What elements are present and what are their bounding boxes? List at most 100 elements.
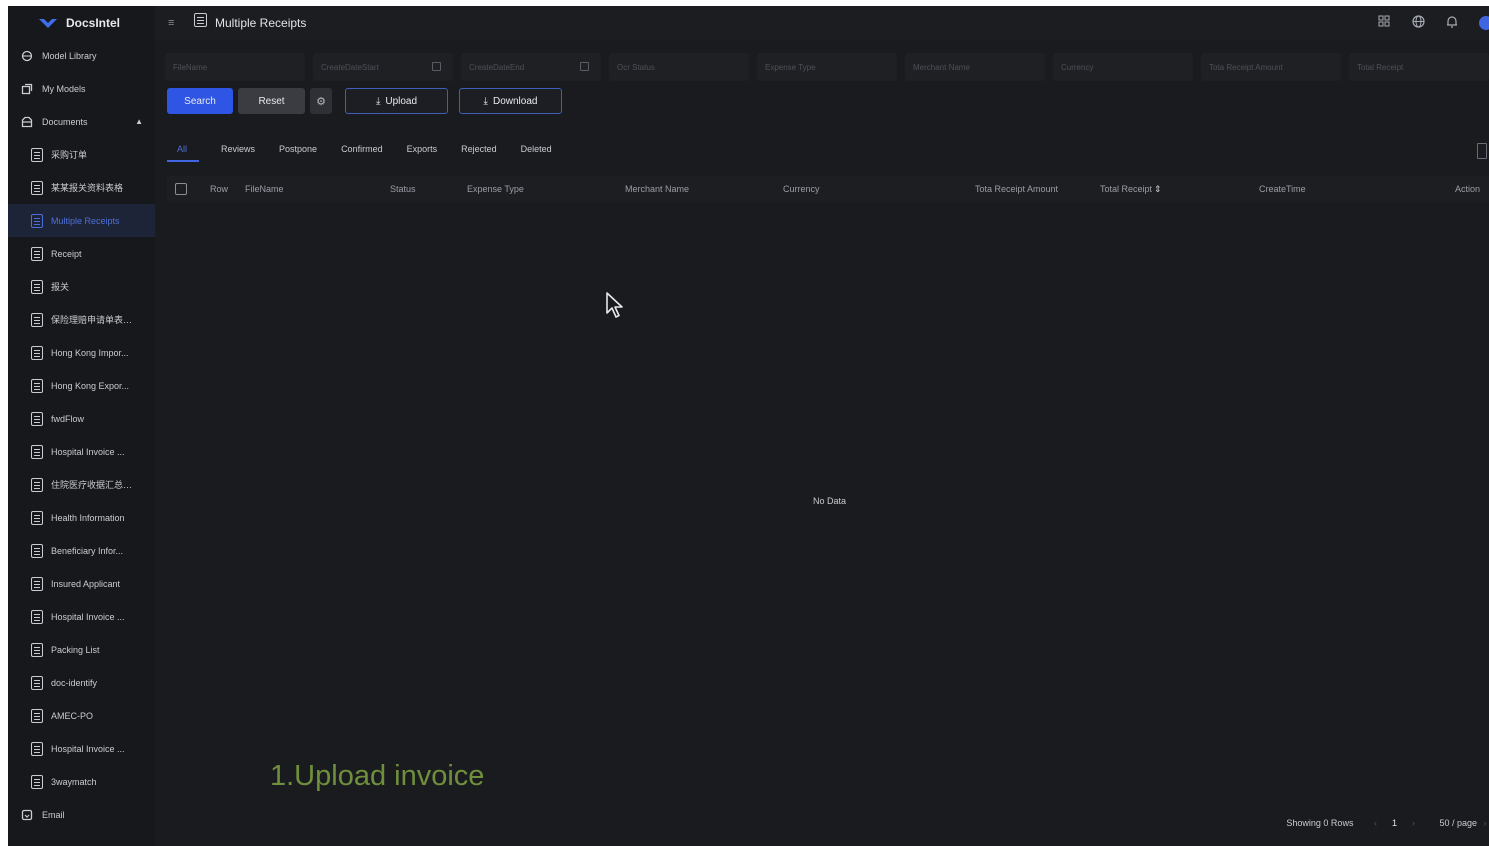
filter-bar: FileName CreateDateStart CreateDateEnd O… (155, 53, 1489, 83)
calendar-icon (432, 62, 441, 71)
upload-button[interactable]: ⤓ Upload (345, 88, 448, 114)
document-icon (31, 279, 43, 294)
filter-currency[interactable]: Currency (1053, 53, 1193, 81)
filter-total-receipt[interactable]: Total Receipt (1349, 53, 1489, 81)
sidebar-doc-item[interactable]: Health Information (8, 501, 155, 534)
filter-create-date-start[interactable]: CreateDateStart (313, 53, 453, 81)
filter-merchant-name[interactable]: Merchant Name (905, 53, 1045, 81)
sidebar-doc-item[interactable]: 报关 (8, 270, 155, 303)
sidebar-doc-item[interactable]: Hospital Invoice ... (8, 435, 155, 468)
gear-icon[interactable]: ⚙ (310, 88, 332, 114)
calendar-icon (580, 62, 589, 71)
page-title: Multiple Receipts (215, 15, 307, 30)
apps-grid-icon[interactable] (1377, 15, 1391, 30)
sidebar-item-model-library[interactable]: Model Library (8, 39, 155, 72)
sidebar-doc-label: 采购订单 (51, 150, 88, 160)
select-all-checkbox[interactable] (175, 183, 187, 195)
tab-rejected[interactable]: Rejected (459, 136, 499, 162)
my-models-icon (21, 83, 33, 95)
sidebar-doc-item[interactable]: fwdFlow (8, 402, 155, 435)
tab-reviews[interactable]: Reviews (219, 136, 257, 162)
sidebar-doc-label: Hospital Invoice ... (51, 446, 125, 457)
document-icon (31, 543, 43, 558)
column-header-merchant-name: Merchant Name (625, 184, 690, 194)
document-icon (31, 477, 43, 492)
filter-ocr-status[interactable]: Ocr Status (609, 53, 749, 81)
document-icon (31, 510, 43, 525)
sidebar-item-my-models[interactable]: My Models (8, 72, 155, 105)
sidebar-doc-item[interactable]: 某某报关资料表格 (8, 171, 155, 204)
sidebar-doc-item[interactable]: 3waymatch (8, 765, 155, 798)
document-icon (31, 147, 43, 162)
bell-icon[interactable] (1445, 15, 1459, 31)
sidebar-doc-label: Health Information (51, 512, 125, 523)
top-bar: ≡ Multiple Receipts (155, 6, 1489, 39)
menu-toggle-icon[interactable]: ≡ (168, 17, 182, 29)
filter-expense-type[interactable]: Expense Type (757, 53, 897, 81)
sidebar-doc-item[interactable]: Insured Applicant (8, 567, 155, 600)
pagination: Showing 0 Rows ‹ 1 › 50 / page › (1286, 814, 1489, 832)
sidebar-doc-label: Hong Kong Impor... (51, 347, 129, 358)
page-size-select[interactable]: 50 / page (1439, 818, 1477, 828)
tab-confirmed[interactable]: Confirmed (339, 136, 385, 162)
document-icon (31, 378, 43, 393)
sidebar-doc-item[interactable]: AMEC-PO (8, 699, 155, 732)
email-icon (21, 809, 33, 821)
globe-icon[interactable] (1411, 14, 1425, 31)
upload-icon: ⤓ (375, 95, 381, 107)
tab-deleted[interactable]: Deleted (519, 136, 554, 162)
sidebar-item-documents[interactable]: Documents ▲ (8, 105, 155, 138)
sidebar-doc-item[interactable]: doc-identify (8, 666, 155, 699)
sidebar-doc-label: Receipt (51, 248, 82, 259)
sort-icon[interactable]: ⇕ (1154, 184, 1162, 194)
sidebar-doc-item[interactable]: Beneficiary Infor... (8, 534, 155, 567)
chevron-up-icon[interactable]: ▲ (135, 117, 143, 126)
sidebar-doc-item[interactable]: Receipt (8, 237, 155, 270)
sidebar-doc-label: 保险理赔申请单表格... (51, 315, 139, 325)
filter-create-date-end[interactable]: CreateDateEnd (461, 53, 601, 81)
next-page-icon[interactable]: › (1405, 818, 1421, 828)
document-icon (31, 444, 43, 459)
download-button[interactable]: ⤓ Download (459, 88, 562, 114)
model-library-icon (21, 50, 33, 62)
sidebar-doc-label: 报关 (51, 282, 70, 292)
sidebar-doc-label: Hong Kong Expor... (51, 380, 130, 391)
document-icon (31, 774, 43, 789)
tab-exports[interactable]: Exports (405, 136, 440, 162)
avatar[interactable] (1479, 15, 1489, 30)
column-header-action: Action (1455, 184, 1481, 194)
sidebar-doc-item[interactable]: Hong Kong Expor... (8, 369, 155, 402)
filter-filename[interactable]: FileName (165, 53, 305, 81)
sidebar-doc-label: Hospital Invoice ... (51, 743, 125, 754)
filter-tota-receipt-amount[interactable]: Tota Receipt Amount (1201, 53, 1341, 81)
document-icon (31, 576, 43, 591)
column-header-currency: Currency (783, 184, 820, 194)
prev-page-icon[interactable]: ‹ (1367, 818, 1383, 828)
sidebar-doc-item[interactable]: 保险理赔申请单表格... (8, 303, 155, 336)
logo-icon (39, 18, 57, 28)
sidebar-doc-label: 3waymatch (51, 776, 97, 787)
brand[interactable]: DocsIntel (8, 6, 155, 39)
tutorial-caption: 1.Upload invoice (270, 760, 485, 792)
current-page[interactable]: 1 (1383, 818, 1405, 828)
sidebar-doc-item[interactable]: Hong Kong Impor... (8, 336, 155, 369)
sidebar-doc-item[interactable]: 采购订单 (8, 138, 155, 171)
document-icon (31, 213, 43, 228)
document-icon (31, 609, 43, 624)
tab-all[interactable]: All (167, 136, 200, 162)
sidebar-doc-item-active[interactable]: Multiple Receipts (8, 204, 155, 237)
column-settings-icon[interactable] (1477, 143, 1487, 159)
sidebar-doc-item[interactable]: 住院医疗收据汇总表... (8, 468, 155, 501)
sidebar-item-email[interactable]: Email (8, 798, 155, 831)
search-button[interactable]: Search (167, 88, 233, 114)
sidebar-doc-item[interactable]: Hospital Invoice ... (8, 600, 155, 633)
column-header-status: Status (390, 184, 416, 194)
app-name: DocsIntel (66, 15, 121, 30)
tab-postpone[interactable]: Postpone (277, 136, 319, 162)
sidebar-doc-item[interactable]: Packing List (8, 633, 155, 666)
reset-button[interactable]: Reset (238, 88, 305, 114)
column-header-total-receipt[interactable]: Total Receipt ⇕ (1100, 184, 1162, 195)
chevron-down-icon[interactable]: › (1481, 818, 1489, 828)
sidebar-doc-item[interactable]: Hospital Invoice ... (8, 732, 155, 765)
sidebar-item-label: Documents (42, 116, 88, 127)
